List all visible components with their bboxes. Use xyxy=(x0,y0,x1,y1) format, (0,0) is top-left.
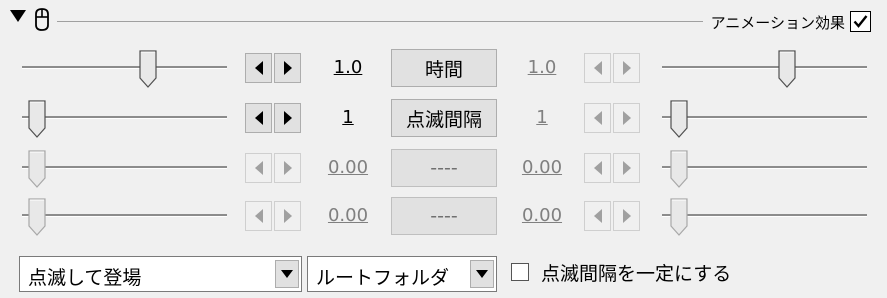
end-spin-buttons[interactable] xyxy=(584,53,642,83)
effect-type-value: 点滅して登場 xyxy=(28,267,142,289)
increase-button[interactable] xyxy=(613,53,640,83)
effect-label: アニメーション効果 xyxy=(710,14,845,32)
end-slider-track[interactable] xyxy=(662,116,867,119)
folder-value: ルートフォルダ xyxy=(316,267,450,289)
decrease-button[interactable] xyxy=(584,103,611,133)
end-slider-track[interactable] xyxy=(662,166,867,169)
end-slider-thumb[interactable] xyxy=(670,198,688,236)
folder-select[interactable]: ルートフォルダ xyxy=(307,256,497,292)
decrease-button[interactable] xyxy=(245,53,272,83)
checkmark-icon xyxy=(853,15,868,28)
start-value[interactable]: 0.00 xyxy=(317,157,379,178)
end-value[interactable]: 0.00 xyxy=(511,205,573,226)
arrow-right-icon xyxy=(283,61,292,75)
end-spin-buttons[interactable] xyxy=(584,153,642,183)
end-spin-buttons[interactable] xyxy=(584,103,642,133)
effect-type-select[interactable]: 点滅して登場 xyxy=(19,256,302,292)
constant-interval-checkbox[interactable] xyxy=(511,263,529,281)
start-spin-buttons[interactable] xyxy=(245,153,303,183)
increase-button[interactable] xyxy=(274,103,301,133)
start-slider-track[interactable] xyxy=(22,66,227,69)
start-spin-buttons[interactable] xyxy=(245,103,303,133)
end-slider-thumb[interactable] xyxy=(778,50,796,88)
end-slider-thumb[interactable] xyxy=(670,150,688,188)
start-value[interactable]: 1 xyxy=(317,107,379,128)
start-slider-track[interactable] xyxy=(22,166,227,169)
parameter-button[interactable]: 点滅間隔 xyxy=(391,99,497,137)
end-value[interactable]: 1.0 xyxy=(511,57,573,78)
decrease-button[interactable] xyxy=(584,53,611,83)
start-slider-thumb[interactable] xyxy=(139,50,157,88)
start-spin-buttons[interactable] xyxy=(245,201,303,231)
arrow-left-icon xyxy=(254,161,263,175)
constant-interval-label: 点滅間隔を一定にする xyxy=(541,263,732,285)
parameter-button[interactable]: ---- xyxy=(391,149,497,187)
arrow-left-icon xyxy=(254,61,263,75)
arrow-left-icon xyxy=(254,111,263,125)
increase-button[interactable] xyxy=(274,153,301,183)
arrow-right-icon xyxy=(283,161,292,175)
arrow-right-icon xyxy=(622,209,631,223)
end-slider-thumb[interactable] xyxy=(670,100,688,138)
header-divider xyxy=(57,21,703,22)
arrow-right-icon xyxy=(622,161,631,175)
start-slider-thumb[interactable] xyxy=(28,198,46,236)
arrow-left-icon xyxy=(593,111,602,125)
decrease-button[interactable] xyxy=(584,153,611,183)
arrow-left-icon xyxy=(593,161,602,175)
start-value[interactable]: 0.00 xyxy=(317,205,379,226)
effect-checkbox[interactable] xyxy=(850,11,871,32)
start-slider-thumb[interactable] xyxy=(28,100,46,138)
end-value[interactable]: 1 xyxy=(511,107,573,128)
start-slider-track[interactable] xyxy=(22,214,227,217)
increase-button[interactable] xyxy=(613,201,640,231)
end-slider-track[interactable] xyxy=(662,66,867,69)
mouse-icon xyxy=(35,8,49,31)
arrow-left-icon xyxy=(254,209,263,223)
arrow-left-icon xyxy=(593,209,602,223)
increase-button[interactable] xyxy=(274,53,301,83)
start-slider-thumb[interactable] xyxy=(28,150,46,188)
arrow-right-icon xyxy=(622,111,631,125)
end-value[interactable]: 0.00 xyxy=(511,157,573,178)
end-spin-buttons[interactable] xyxy=(584,201,642,231)
collapse-triangle-icon[interactable] xyxy=(10,10,26,22)
increase-button[interactable] xyxy=(613,153,640,183)
increase-button[interactable] xyxy=(274,201,301,231)
decrease-button[interactable] xyxy=(245,153,272,183)
start-spin-buttons[interactable] xyxy=(245,53,303,83)
start-slider-track[interactable] xyxy=(22,116,227,119)
end-slider-track[interactable] xyxy=(662,214,867,217)
chevron-down-icon[interactable] xyxy=(470,260,494,288)
arrow-right-icon xyxy=(283,111,292,125)
arrow-left-icon xyxy=(593,61,602,75)
arrow-right-icon xyxy=(283,209,292,223)
parameter-button[interactable]: ---- xyxy=(391,197,497,235)
start-value[interactable]: 1.0 xyxy=(317,57,379,78)
increase-button[interactable] xyxy=(613,103,640,133)
chevron-down-icon[interactable] xyxy=(275,260,299,288)
decrease-button[interactable] xyxy=(584,201,611,231)
decrease-button[interactable] xyxy=(245,103,272,133)
arrow-right-icon xyxy=(622,61,631,75)
decrease-button[interactable] xyxy=(245,201,272,231)
parameter-button[interactable]: 時間 xyxy=(391,49,497,87)
